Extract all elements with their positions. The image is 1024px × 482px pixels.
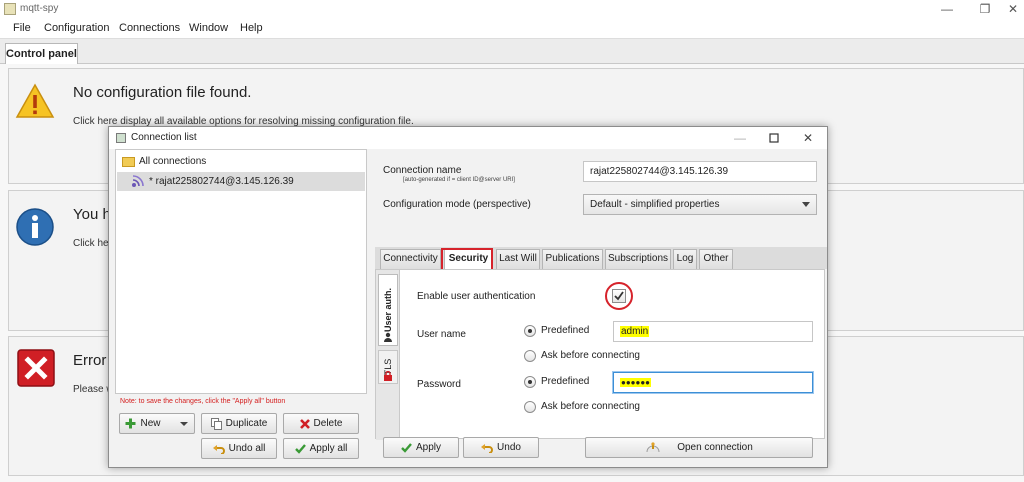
- menu-window[interactable]: Window: [189, 22, 228, 34]
- undo-icon: [481, 443, 493, 453]
- delete-button[interactable]: Delete: [283, 413, 359, 434]
- duplicate-button[interactable]: Duplicate: [201, 413, 277, 434]
- tab-other[interactable]: Other: [699, 249, 733, 269]
- undo-all-button[interactable]: Undo all: [201, 438, 277, 459]
- info-panel-description[interactable]: Click he: [73, 238, 109, 249]
- username-ask-radio[interactable]: [524, 350, 536, 362]
- info-icon: [15, 207, 55, 247]
- password-ask-label: Ask before connecting: [541, 401, 640, 412]
- apply-button[interactable]: Apply: [383, 437, 459, 458]
- connection-label: * rajat225802744@3.145.126.39: [149, 176, 294, 187]
- tab-subscriptions[interactable]: Subscriptions: [605, 249, 671, 269]
- vtab-user-auth-label: User auth.: [383, 287, 393, 333]
- connection-details: Connection name [auto-generated if = cli…: [373, 149, 827, 467]
- apply-button-label: Apply: [415, 442, 441, 453]
- menu-file[interactable]: File: [13, 22, 31, 34]
- folder-icon: [122, 157, 135, 167]
- connection-name-label: Connection name: [383, 165, 462, 176]
- new-button[interactable]: New: [119, 413, 195, 434]
- delete-x-icon: [299, 418, 310, 429]
- app-icon: [4, 3, 16, 15]
- enable-auth-checkbox[interactable]: [612, 289, 626, 303]
- lock-icon: [383, 371, 393, 381]
- undo-button[interactable]: Undo: [463, 437, 539, 458]
- tab-connectivity[interactable]: Connectivity: [380, 249, 441, 269]
- error-panel-title: Error: [73, 352, 107, 369]
- apply-all-button-label: Apply all: [309, 443, 348, 454]
- security-vertical-tabs: User auth. TLS: [376, 270, 400, 440]
- config-panel-title: No configuration file found.: [73, 84, 252, 101]
- dialog-title: Connection list: [131, 132, 197, 143]
- tree-item-all-connections[interactable]: All connections: [139, 156, 206, 167]
- username-ask-label: Ask before connecting: [541, 350, 640, 361]
- tab-publications[interactable]: Publications: [542, 249, 603, 269]
- close-window-button[interactable]: ✕: [1006, 2, 1020, 16]
- delete-button-label: Delete: [313, 418, 343, 429]
- dialog-app-icon: [116, 133, 126, 143]
- password-predefined-radio[interactable]: [524, 376, 536, 388]
- new-button-label: New: [140, 418, 161, 429]
- tab-control-panel[interactable]: Control panel: [5, 43, 78, 64]
- config-mode-select[interactable]: Default - simplified properties: [583, 194, 817, 215]
- check-icon: [294, 443, 306, 454]
- maximize-icon: [769, 133, 779, 143]
- username-label: User name: [417, 329, 466, 340]
- radio-selected-dot: [528, 329, 532, 333]
- connect-icon: [646, 441, 660, 452]
- radio-selected-dot: [528, 380, 532, 384]
- menu-help[interactable]: Help: [240, 22, 263, 34]
- apply-all-button[interactable]: Apply all: [283, 438, 359, 459]
- plus-icon: [125, 418, 136, 429]
- password-predefined-label: Predefined: [541, 376, 590, 387]
- enable-auth-label: Enable user authentication: [417, 291, 536, 302]
- password-value: ●●●●●●: [620, 378, 651, 387]
- password-label: Password: [417, 379, 461, 390]
- info-panel-title: You h: [73, 206, 111, 223]
- undo-icon: [212, 444, 225, 454]
- open-connection-button-label: Open connection: [677, 442, 753, 453]
- config-mode-value: Default - simplified properties: [590, 199, 720, 210]
- window-titlebar: mqtt-spy — ❐ ✕: [0, 0, 1024, 18]
- check-icon: [401, 442, 412, 453]
- user-icon: [383, 332, 393, 342]
- connection-name-input[interactable]: rajat225802744@3.145.126.39: [583, 161, 817, 182]
- window-title: mqtt-spy: [20, 3, 59, 14]
- dialog-close-button[interactable]: ✕: [801, 131, 815, 145]
- main-tab-strip: [0, 39, 1024, 64]
- password-input[interactable]: ●●●●●●: [613, 372, 813, 393]
- dialog-maximize-button[interactable]: [767, 131, 781, 145]
- username-input[interactable]: admin: [613, 321, 813, 342]
- duplicate-button-label: Duplicate: [225, 418, 268, 429]
- username-predefined-label: Predefined: [541, 325, 590, 336]
- open-connection-button[interactable]: Open connection: [585, 437, 813, 458]
- menu-connections[interactable]: Connections: [119, 22, 180, 34]
- maximize-button[interactable]: ❐: [978, 2, 992, 16]
- username-predefined-radio[interactable]: [524, 325, 536, 337]
- copy-icon: [210, 417, 222, 430]
- tab-last-will[interactable]: Last Will: [496, 249, 540, 269]
- menu-configuration[interactable]: Configuration: [44, 22, 109, 34]
- connection-name-hint: [auto-generated if = client ID@server UR…: [403, 177, 515, 183]
- connection-tree: All connections * rajat225802744@3.145.1…: [115, 149, 367, 394]
- dialog-titlebar: Connection list — ✕: [109, 127, 827, 149]
- tab-log[interactable]: Log: [673, 249, 697, 269]
- dialog-minimize-button[interactable]: —: [733, 131, 747, 145]
- chevron-down-icon: [179, 421, 188, 426]
- security-tab-content: User auth. TLS Enable user authenticatio…: [375, 269, 825, 440]
- checkmark-icon: [614, 291, 624, 301]
- tree-item-connection[interactable]: * rajat225802744@3.145.126.39: [117, 172, 365, 191]
- chevron-down-icon: [802, 202, 810, 207]
- config-mode-label: Configuration mode (perspective): [383, 199, 531, 210]
- connection-icon: [131, 175, 145, 188]
- warning-icon: [15, 83, 55, 119]
- undo-all-button-label: Undo all: [228, 443, 266, 454]
- save-changes-note: Note: to save the changes, click the "Ap…: [120, 398, 286, 405]
- connection-list-dialog: Connection list — ✕ All connections * ra…: [108, 126, 828, 468]
- menu-bar: File Configuration Connections Window He…: [0, 18, 1024, 39]
- password-ask-radio[interactable]: [524, 401, 536, 413]
- username-value: admin: [620, 326, 650, 337]
- undo-button-label: Undo: [497, 442, 521, 453]
- error-icon: [17, 349, 55, 387]
- minimize-button[interactable]: —: [940, 2, 954, 16]
